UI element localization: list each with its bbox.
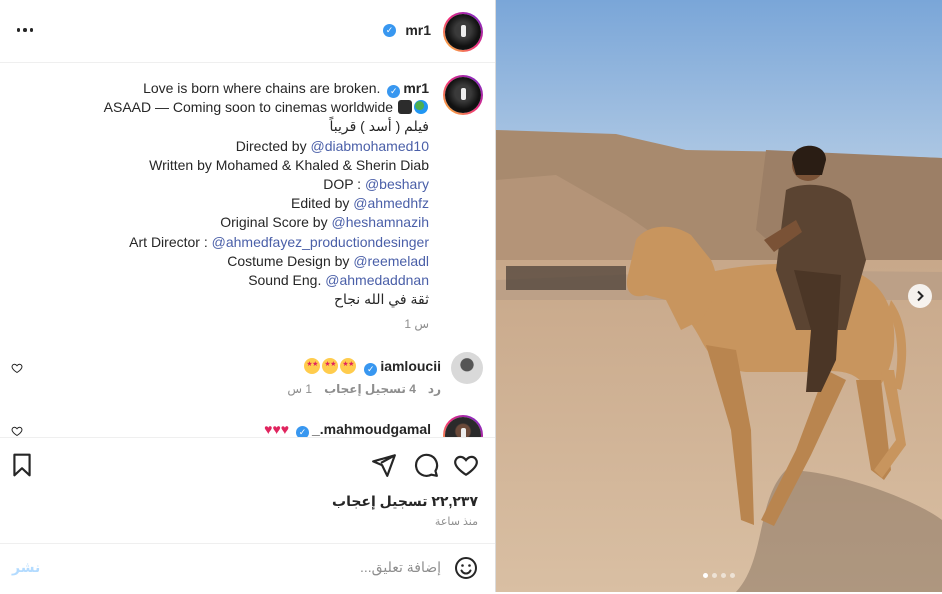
verified-badge-icon: ✓ (387, 85, 401, 98)
star-struck-emoji-icon (322, 358, 339, 374)
carousel-dot (721, 573, 726, 578)
post-image (496, 0, 942, 592)
mention-link[interactable]: @diabmohamed10 (310, 138, 429, 154)
mention-link[interactable]: @ahmedfayez_productiondesinger (212, 234, 429, 250)
star-struck-emoji-icon (304, 358, 321, 374)
next-slide-button[interactable] (908, 284, 932, 308)
caption-text: ASAAD — Coming soon to cinemas worldwide (103, 99, 394, 116)
caption-costume: Costume Design by @reemeladl (227, 252, 429, 269)
comment-text: ♥♥♥ ✓ _.mahmoudgamal (264, 421, 431, 437)
mention-link[interactable]: @heshamnazih (332, 214, 430, 230)
caption-dop: DOP : @beshary (323, 176, 429, 193)
verified-badge-icon: ✓ (364, 363, 378, 376)
mention-link[interactable]: @reemeladl (353, 253, 429, 269)
carousel-dot (730, 573, 735, 578)
comment-meta: رد 4 تسجيل إعجاب 1 س (275, 382, 441, 396)
verified-badge-icon: ✓ (295, 426, 309, 437)
comment-avatar[interactable] (451, 352, 483, 384)
comments-scroll-area[interactable]: Love is born where chains are broken. ✓ m… (0, 63, 495, 437)
post-media[interactable] (496, 0, 942, 592)
comment-username[interactable]: iamloucii (380, 358, 441, 374)
clapper-emoji-icon (398, 100, 412, 115)
header-avatar[interactable] (443, 12, 483, 52)
caption-directed: Directed by @diabmohamed10 (235, 137, 429, 154)
carousel-indicator (496, 573, 942, 578)
likes-count[interactable]: ٢٢,٢٣٧ تسجيل إعجاب (332, 493, 478, 510)
header-username[interactable]: mr1 (405, 22, 431, 38)
post-time[interactable]: منذ ساعة (435, 515, 478, 528)
like-comment-icon[interactable] (11, 362, 23, 374)
caption: Love is born where chains are broken. ✓ m… (9, 79, 429, 335)
caption-score: Original Score by @heshamnazih (220, 214, 430, 231)
comment-time[interactable]: 1 س (287, 382, 312, 396)
carousel-dot (703, 573, 708, 578)
caption-line-3: فيلم ( أسد ) قريباً (329, 118, 429, 135)
carousel-dot (712, 573, 717, 578)
action-bar: ٢٢,٢٣٧ تسجيل إعجاب منذ ساعة نشر (0, 437, 495, 593)
comment-text: ✓iamloucii (303, 358, 441, 376)
post-details-panel: ✓ mr1 Love is born where chains are brok… (0, 0, 496, 592)
caption-last: ثقة في الله نجاح (333, 291, 429, 308)
globe-emoji-icon (414, 100, 428, 115)
mention-link[interactable]: @ahmedhfz (353, 195, 429, 211)
mention-link[interactable]: @ahmedaddnan (325, 272, 429, 288)
caption-text: Love is born where chains are broken. (143, 80, 381, 96)
comment-input[interactable] (79, 558, 443, 576)
caption-line-2: ASAAD — Coming soon to cinemas worldwide (9, 98, 429, 117)
like-comment-icon[interactable] (11, 425, 23, 437)
caption-time[interactable]: 1 س (9, 315, 429, 334)
like-heart-icon[interactable] (453, 452, 479, 478)
comment-username[interactable]: _.mahmoudgamal (312, 421, 431, 437)
comment-avatar[interactable] (443, 415, 483, 437)
post-comment-button[interactable]: نشر (12, 559, 40, 576)
add-comment-bar: نشر (0, 543, 495, 594)
share-icon[interactable] (371, 452, 397, 478)
red-heart-emoji-icon: ♥♥♥ (264, 421, 290, 437)
mention-link[interactable]: @beshary (365, 176, 429, 192)
distant-riders (506, 266, 626, 290)
reply-button[interactable]: رد (428, 382, 441, 396)
chevron-right-icon (917, 290, 924, 302)
caption-sound: Sound Eng. @ahmedaddnan (248, 272, 429, 289)
verified-badge-icon: ✓ (383, 24, 396, 37)
emoji-icon[interactable] (454, 556, 478, 580)
more-options-icon[interactable] (14, 19, 36, 41)
save-bookmark-icon[interactable] (9, 452, 35, 478)
caption-written: Written by Mohamed & Khaled & Sherin Dia… (149, 156, 429, 173)
comment-likes[interactable]: 4 تسجيل إعجاب (324, 382, 416, 396)
caption-edited: Edited by @ahmedhfz (291, 195, 429, 212)
caption-art: Art Director : @ahmedfayez_productiondes… (129, 233, 429, 250)
comment-item: ♥♥♥ ✓ _.mahmoudgamal (11, 415, 483, 437)
caption-avatar[interactable] (443, 75, 483, 115)
star-struck-emoji-icon (340, 358, 357, 374)
caption-username[interactable]: mr1 (403, 80, 429, 96)
comment-icon[interactable] (413, 452, 439, 478)
caption-line-1: Love is born where chains are broken. ✓ m… (9, 79, 429, 98)
comment-item: ✓iamloucii رد 4 تسجيل إعجاب 1 س (11, 352, 483, 412)
post-header: ✓ mr1 (0, 0, 495, 63)
